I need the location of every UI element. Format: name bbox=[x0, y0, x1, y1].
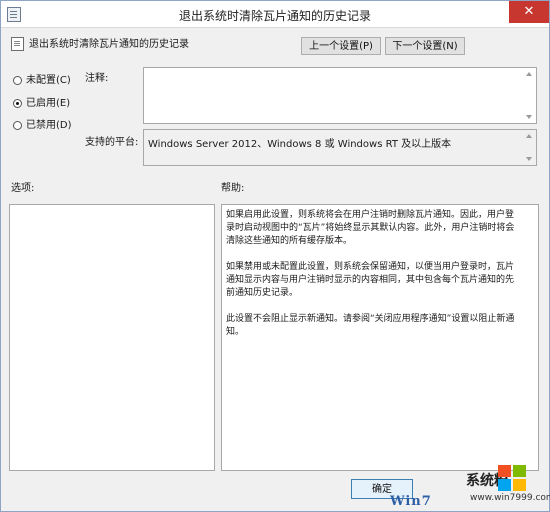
comment-scrollbar[interactable] bbox=[524, 70, 534, 121]
title-bar: 退出系统时清除瓦片通知的历史记录 ✕ bbox=[1, 1, 549, 28]
platform-field: Windows Server 2012、Windows 8 或 Windows … bbox=[143, 129, 537, 166]
options-panel bbox=[9, 204, 215, 471]
watermark-text: Win7 bbox=[390, 494, 432, 509]
scroll-up-icon[interactable] bbox=[526, 134, 532, 138]
window-title: 退出系统时清除瓦片通知的历史记录 bbox=[178, 9, 371, 23]
radio-disabled-control[interactable] bbox=[13, 120, 22, 130]
next-setting-button[interactable]: 下一个设置(N) bbox=[385, 37, 465, 55]
help-panel: 如果启用此设置，则系统将会在用户注销时删除瓦片通知。因此，用户登录时启动视图中的… bbox=[221, 204, 539, 471]
radio-not-configured[interactable]: 未配置(C) bbox=[13, 71, 71, 86]
options-label: 选项: bbox=[11, 183, 35, 194]
platform-value: Windows Server 2012、Windows 8 或 Windows … bbox=[148, 139, 452, 150]
radio-not-configured-label: 未配置(C) bbox=[26, 75, 71, 86]
radio-disabled-label: 已禁用(D) bbox=[26, 120, 72, 131]
comment-textarea[interactable] bbox=[143, 67, 537, 124]
previous-setting-button[interactable]: 上一个设置(P) bbox=[301, 37, 381, 55]
windows-logo-icon bbox=[498, 465, 528, 493]
logo-green-quad bbox=[513, 465, 526, 477]
radio-enabled[interactable]: 已启用(E) bbox=[13, 94, 71, 109]
help-paragraph: 如果启用此设置，则系统将会在用户注销时删除瓦片通知。因此，用户登录时启动视图中的… bbox=[226, 210, 515, 246]
help-paragraph: 如果禁用或未配置此设置，则系统会保留通知，以便当用户登录时，瓦片通知显示内容与用… bbox=[226, 262, 515, 298]
help-paragraph: 此设置不会阻止显示新通知。请参阅“关闭应用程序通知”设置以阻止新通知。 bbox=[226, 314, 515, 337]
radio-enabled-control[interactable] bbox=[13, 98, 22, 108]
radio-disabled[interactable]: 已禁用(D) bbox=[13, 116, 72, 131]
comment-label: 注释: bbox=[85, 73, 109, 84]
policy-document-icon bbox=[11, 37, 24, 51]
watermark-url: www.win7999.com bbox=[470, 493, 550, 503]
close-button[interactable]: ✕ bbox=[509, 1, 549, 23]
scroll-down-icon[interactable] bbox=[526, 115, 532, 119]
help-text: 如果启用此设置，则系统将会在用户注销时删除瓦片通知。因此，用户登录时启动视图中的… bbox=[226, 209, 522, 352]
help-label: 帮助: bbox=[221, 183, 245, 194]
platform-label: 支持的平台: bbox=[85, 137, 139, 148]
policy-name: 退出系统时清除瓦片通知的历史记录 bbox=[29, 39, 189, 50]
logo-red-quad bbox=[498, 465, 511, 477]
radio-not-configured-control[interactable] bbox=[13, 75, 22, 85]
policy-dialog: 退出系统时清除瓦片通知的历史记录 ✕ 退出系统时清除瓦片通知的历史记录 上一个设… bbox=[0, 0, 550, 512]
scroll-up-icon[interactable] bbox=[526, 72, 532, 76]
policy-header: 退出系统时清除瓦片通知的历史记录 bbox=[11, 35, 189, 51]
logo-yellow-quad bbox=[513, 479, 526, 491]
logo-blue-quad bbox=[498, 479, 511, 491]
radio-enabled-label: 已启用(E) bbox=[26, 98, 71, 109]
scroll-down-icon[interactable] bbox=[526, 157, 532, 161]
platform-scrollbar[interactable] bbox=[524, 132, 534, 163]
